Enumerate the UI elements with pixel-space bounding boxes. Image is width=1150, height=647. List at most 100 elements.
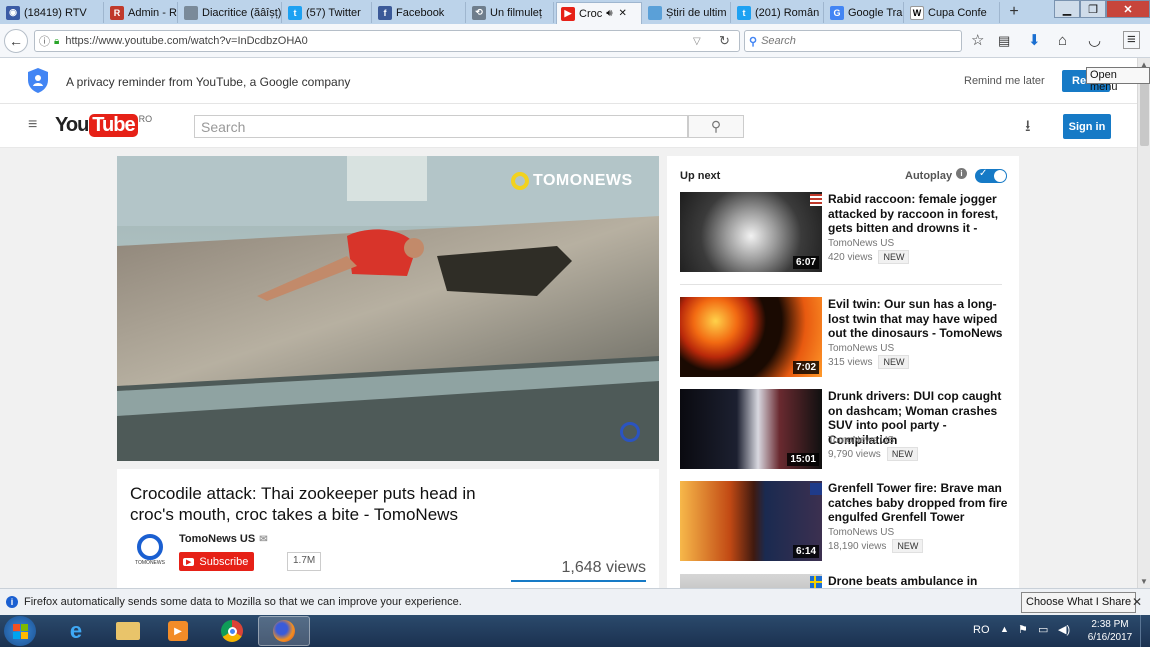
- autoplay-info-icon[interactable]: i: [956, 168, 967, 179]
- show-desktop-button[interactable]: [1140, 615, 1150, 647]
- dropdown-icon[interactable]: ▽: [693, 36, 701, 47]
- flag-icon[interactable]: ⚑: [1018, 623, 1028, 636]
- sign-in-button[interactable]: Sign in: [1063, 114, 1111, 139]
- page-scrollbar[interactable]: ▲ ▼: [1137, 58, 1150, 588]
- chrome-icon: [221, 620, 243, 642]
- taskbar-firefox[interactable]: [258, 616, 310, 646]
- watermark: TOMONEWS: [511, 172, 633, 190]
- bookmark-star-icon[interactable]: ☆: [971, 32, 984, 50]
- flag-icon: [810, 483, 822, 495]
- autoplay-toggle[interactable]: ✓: [975, 168, 1007, 183]
- tab-label: (18419) RTV: [24, 6, 87, 19]
- youtube-header: ≡ You Tube RO Search ⚲ ⭳ Sign in: [0, 104, 1137, 148]
- tab-4[interactable]: f Facebook: [374, 2, 466, 23]
- recommendation-item[interactable]: 6:07 Rabid raccoon: female jogger attacke…: [680, 192, 1010, 285]
- tab-2[interactable]: Diacritice (ăâîșț): [180, 2, 282, 23]
- video-thumbnail[interactable]: 6:14: [680, 481, 822, 561]
- logo-tube-text: Tube: [89, 114, 138, 137]
- taskbar-internet-explorer[interactable]: e: [50, 616, 102, 646]
- channel-name[interactable]: TomoNews US ✉: [179, 533, 268, 545]
- speaker-icon[interactable]: 🔊︎: [606, 8, 612, 19]
- guide-menu-icon[interactable]: ≡: [28, 116, 37, 134]
- video-thumbnail[interactable]: [680, 574, 822, 588]
- tab-6[interactable]: ▶ Croc 🔊︎ ✕: [556, 2, 642, 24]
- pocket-icon[interactable]: ◡: [1088, 32, 1101, 50]
- url-bar[interactable]: ⓘ 🔒︎ https://www.youtube.com/watch?v=InD…: [34, 30, 740, 52]
- subscribe-button[interactable]: ▶ Subscribe: [179, 552, 255, 571]
- shield-icon: [28, 68, 48, 93]
- browser-search-input[interactable]: ⚲ Search: [744, 30, 962, 52]
- open-menu-tooltip: Open menu: [1086, 67, 1150, 93]
- youtube-logo[interactable]: You Tube RO: [55, 114, 152, 137]
- video-thumbnail[interactable]: 6:07: [680, 192, 822, 272]
- recommendation-title[interactable]: Grenfell Tower fire: Brave man catches b…: [828, 481, 1008, 525]
- recommendation-item[interactable]: 6:14 Grenfell Tower fire: Brave man catch…: [680, 481, 1010, 561]
- up-next-label: Up next: [680, 170, 721, 182]
- video-player[interactable]: TOMONEWS: [117, 156, 659, 461]
- reload-icon[interactable]: ↻: [719, 33, 730, 49]
- recommendation-title[interactable]: Evil twin: Our sun has a long-lost twin …: [828, 297, 1008, 341]
- maximize-button[interactable]: ❐: [1080, 0, 1106, 18]
- scroll-down-icon[interactable]: ▼: [1140, 577, 1148, 586]
- recommendation-channel: TomoNews US: [828, 435, 895, 446]
- volume-icon[interactable]: ◀): [1058, 623, 1070, 636]
- tab-3[interactable]: t (57) Twitter: [284, 2, 372, 23]
- tab-9[interactable]: G Google Tran: [826, 2, 904, 23]
- tab-5[interactable]: ⟲ Un filmuleț: [468, 2, 554, 23]
- close-tab-icon[interactable]: ✕: [619, 8, 627, 19]
- start-button[interactable]: [4, 616, 36, 646]
- favicon-icon: W: [910, 5, 924, 20]
- taskbar-file-explorer[interactable]: [102, 616, 154, 646]
- language-indicator[interactable]: RO: [973, 624, 990, 636]
- remind-later-link[interactable]: Remind me later: [964, 75, 1045, 87]
- taskbar-chrome[interactable]: [206, 616, 258, 646]
- tab-1[interactable]: R Admin - RTV: [106, 2, 178, 23]
- channel-name-text: TomoNews US: [179, 533, 256, 545]
- show-hidden-icons-icon[interactable]: ▲: [1000, 624, 1009, 634]
- youtube-search-button[interactable]: ⚲: [688, 115, 744, 138]
- favicon-icon: [184, 5, 198, 20]
- video-frame: [117, 156, 659, 461]
- tab-label: Știri de ultim: [666, 6, 727, 19]
- choose-what-i-share-button[interactable]: Choose What I Share: [1021, 592, 1137, 613]
- back-button[interactable]: ←: [4, 29, 28, 53]
- tab-0[interactable]: ◉ (18419) RTV: [2, 2, 104, 23]
- view-count-text: 315 views: [828, 356, 873, 368]
- channel-avatar[interactable]: TOMONEWS: [134, 534, 166, 570]
- channel-logo-text: TOMONEWS: [135, 560, 165, 566]
- recommendation-item[interactable]: 7:02 Evil twin: Our sun has a long-lost t…: [680, 297, 1010, 377]
- recommendation-item[interactable]: Drone beats ambulance in: [680, 574, 1010, 588]
- hamburger-menu-icon[interactable]: ≡: [1123, 31, 1140, 49]
- network-icon[interactable]: ▭: [1038, 623, 1048, 636]
- recommendation-channel: TomoNews US: [828, 238, 895, 249]
- recommendation-meta: 420 views NEW: [828, 250, 910, 264]
- clock-date: 6/16/2017: [1087, 632, 1133, 643]
- new-tab-button[interactable]: +: [1004, 3, 1024, 21]
- recommendation-title[interactable]: Drone beats ambulance in: [828, 574, 1008, 588]
- tab-7[interactable]: Știri de ultim: [644, 2, 731, 23]
- close-notification-icon[interactable]: ✕: [1132, 595, 1142, 609]
- video-thumbnail[interactable]: 7:02: [680, 297, 822, 377]
- clock[interactable]: 2:38 PM 6/16/2017: [1085, 618, 1135, 644]
- minimize-button[interactable]: ▁: [1054, 0, 1080, 18]
- recommendation-title[interactable]: Rabid raccoon: female jogger attacked by…: [828, 192, 1008, 236]
- tab-10[interactable]: W Cupa Confe: [906, 2, 1000, 23]
- upload-icon[interactable]: ⭳: [1025, 115, 1031, 142]
- recommendation-channel: TomoNews US: [828, 343, 895, 354]
- tab-label: Cupa Confe: [928, 6, 987, 19]
- tab-label: Diacritice (ăâîșț): [202, 6, 282, 19]
- home-icon[interactable]: ⌂: [1058, 32, 1067, 50]
- internet-explorer-icon: e: [69, 618, 83, 643]
- downloads-icon[interactable]: ⬇: [1028, 32, 1041, 50]
- taskbar-media-player[interactable]: ▶: [152, 616, 204, 646]
- duration-badge: 6:07: [792, 256, 819, 269]
- recommendation-item[interactable]: 15:01 Drunk drivers: DUI cop caught on da…: [680, 389, 1010, 469]
- video-thumbnail[interactable]: 15:01: [680, 389, 822, 469]
- youtube-search-input[interactable]: Search: [194, 115, 688, 138]
- close-window-button[interactable]: ✕: [1106, 0, 1150, 18]
- tab-8[interactable]: t (201) Român: [733, 2, 824, 23]
- separator: [680, 284, 1002, 285]
- view-underline: [511, 580, 646, 582]
- bookmarks-library-icon[interactable]: ▤: [998, 32, 1010, 50]
- info-icon[interactable]: ⓘ: [39, 33, 50, 49]
